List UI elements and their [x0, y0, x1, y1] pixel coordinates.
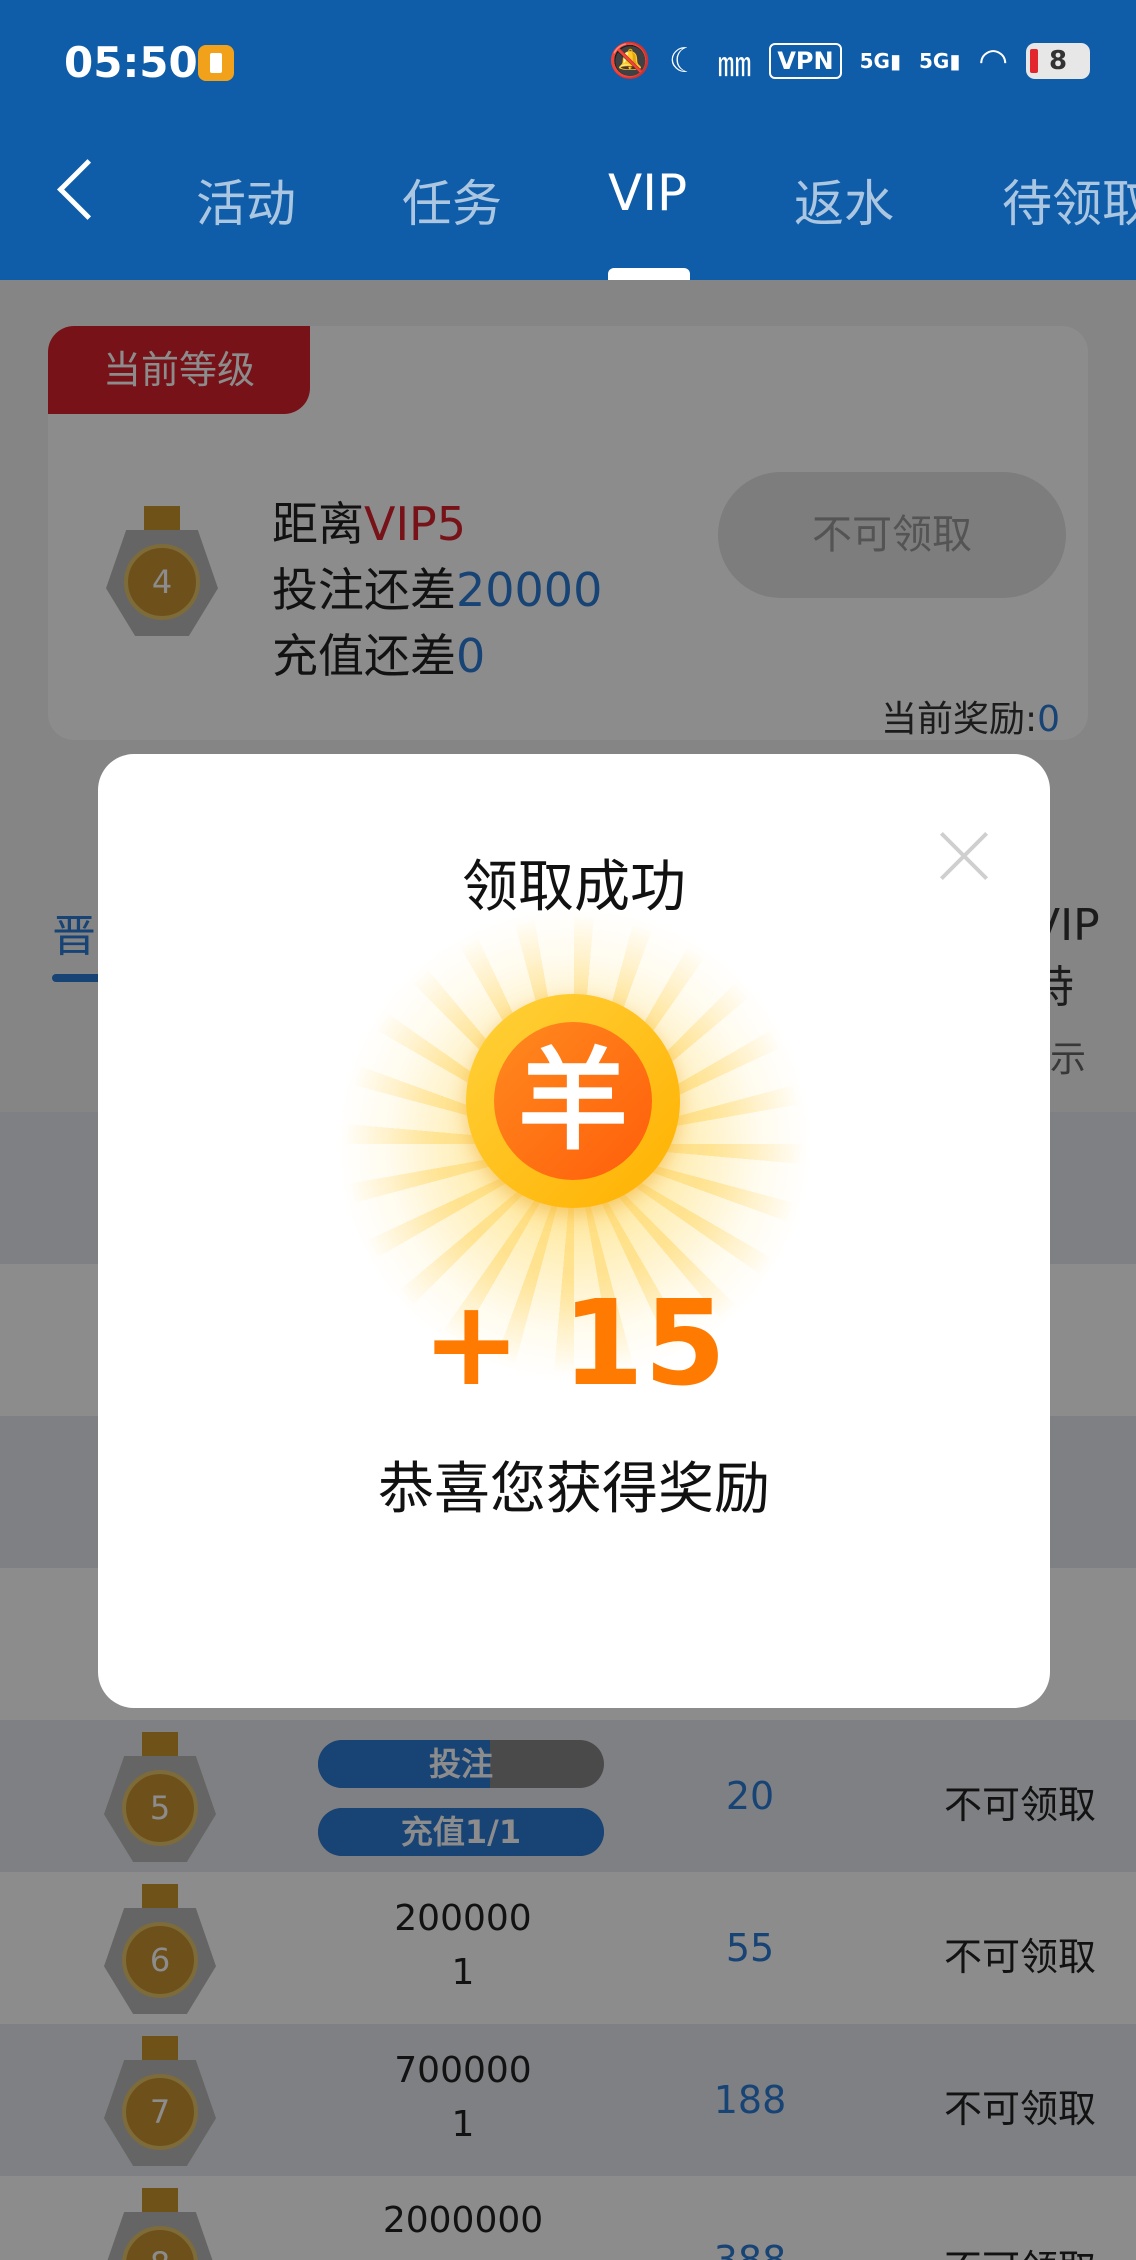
reward-coin-icon: 羊 [466, 994, 680, 1208]
tab-indicator [608, 268, 690, 280]
vpn-badge: VPN [769, 43, 842, 79]
battery-icon: 8 [1026, 43, 1090, 79]
battery-saver-icon [198, 45, 234, 81]
tab-rebate[interactable]: 返水 [794, 164, 894, 236]
tab-tasks[interactable]: 任务 [402, 164, 502, 236]
claim-success-dialog: 领取成功 羊 + 15 恭喜您获得奖励 [98, 754, 1050, 1708]
signal-icon-1: 5G▮ [859, 49, 901, 73]
congrats-message: 恭喜您获得奖励 [378, 1457, 770, 1522]
network-logo-icon: ㎜ [717, 44, 752, 85]
signal-icon-2: 5G▮ [918, 49, 961, 73]
coin-symbol: 羊 [494, 1022, 652, 1180]
tab-pending[interactable]: 待领取 [1002, 164, 1136, 236]
system-icons: 🔕 ☾ ㎜ VPN 5G▮ 5G▮ ◠ 8 [609, 36, 1090, 86]
back-arrow-icon[interactable] [57, 159, 118, 220]
wifi-icon: ◠ [978, 41, 1008, 81]
tab-activity[interactable]: 活动 [196, 164, 296, 236]
clock: 05:50 [64, 38, 198, 87]
moon-icon: ☾ [668, 41, 700, 81]
top-nav: 活动 任务 VIP 返水 待领取 [0, 130, 1136, 280]
reward-amount: + 15 [421, 1274, 727, 1412]
mute-bell-icon: 🔕 [608, 41, 651, 81]
tab-vip[interactable]: VIP [608, 164, 687, 222]
status-bar: 05:50 🔕 ☾ ㎜ VPN 5G▮ 5G▮ ◠ 8 [0, 0, 1136, 130]
